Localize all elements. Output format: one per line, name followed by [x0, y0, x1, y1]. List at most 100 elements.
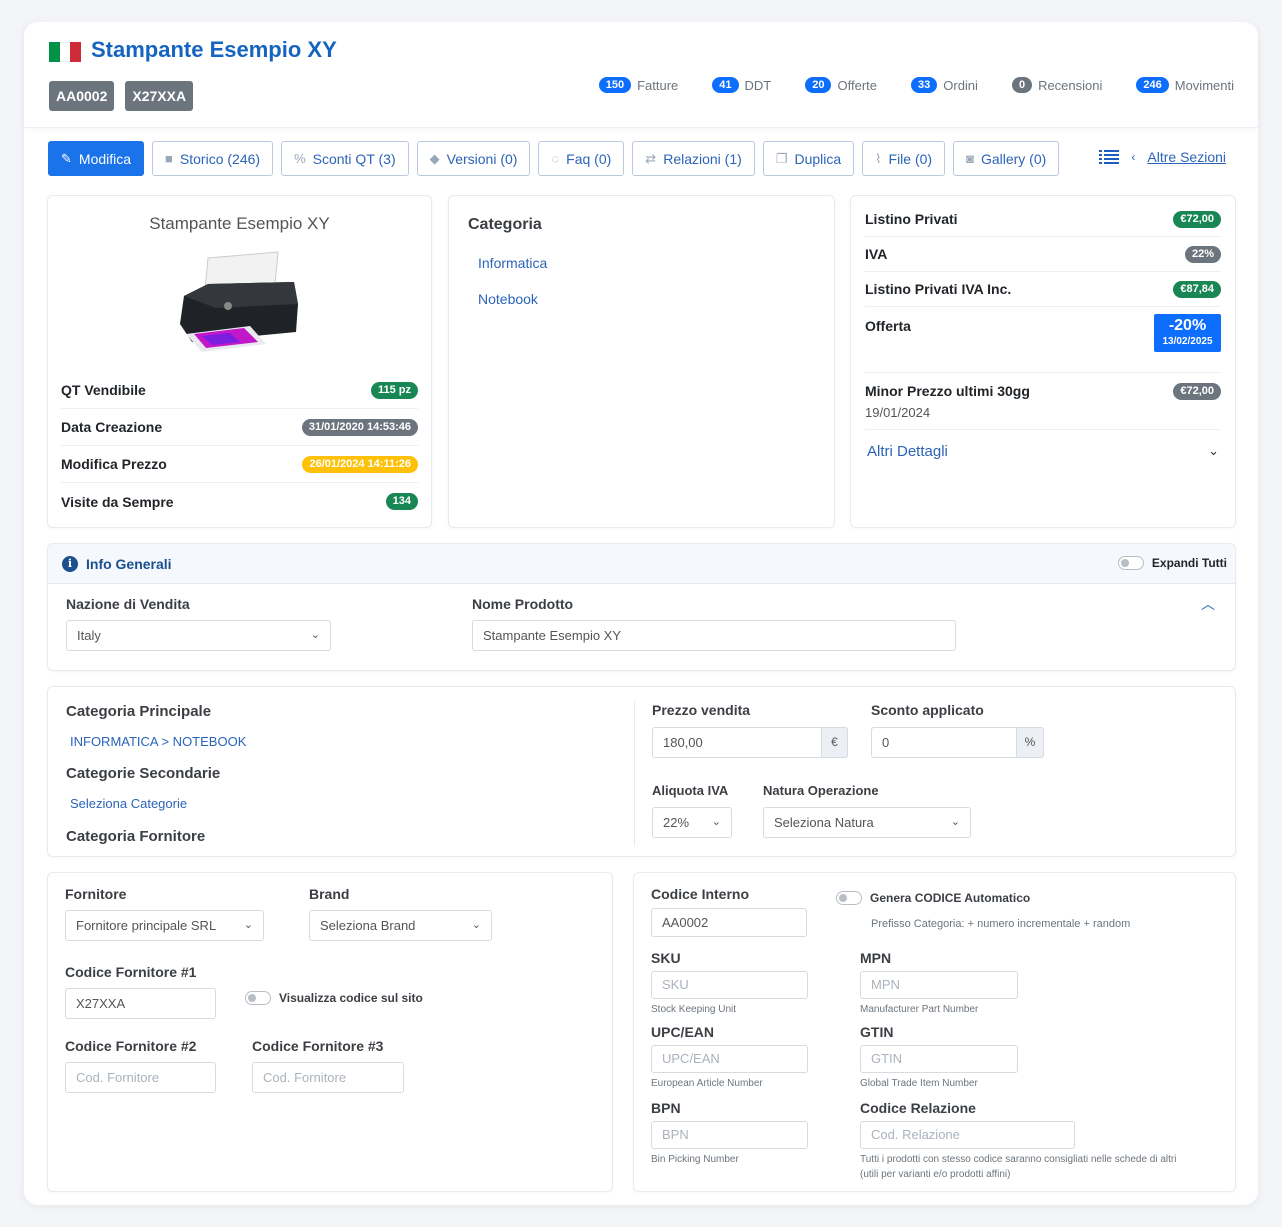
toggle-switch[interactable] — [836, 891, 862, 905]
code-tag: X27XXA — [125, 81, 194, 111]
page-header: Stampante Esempio XY AA0002 X27XXA 150 Fa… — [24, 22, 1258, 128]
altre-sezioni-link[interactable]: Altre Sezioni — [1147, 149, 1226, 165]
aliquota-select[interactable]: 22% ⌄ — [652, 807, 732, 838]
price-label: Minor Prezzo ultimi 30gg — [865, 383, 1030, 399]
field-hint: Bin Picking Number — [651, 1154, 739, 1165]
pencil-icon: ✎ — [61, 150, 72, 166]
genera-codice-toggle[interactable]: Genera CODICE Automatico — [836, 891, 1030, 905]
button-label: Modifica — [78, 150, 132, 167]
stat-label: Recensioni — [1038, 77, 1103, 93]
stat-fatture[interactable]: 150 Fatture — [598, 77, 679, 93]
summary-row: Visite da Sempre 134 — [61, 483, 418, 520]
toggle-label: Visualizza codice sul sito — [279, 991, 423, 1005]
categoria-title: Categoria — [468, 216, 542, 233]
bpn-input[interactable]: BPN — [651, 1121, 808, 1149]
gallery-button[interactable]: ◙ Gallery (0) — [953, 141, 1060, 176]
stat-offerte[interactable]: 20 Offerte — [805, 77, 877, 93]
field-label: Codice Fornitore #2 — [65, 1038, 197, 1054]
altre-sezioni[interactable]: ‹ Altre Sezioni — [1099, 149, 1226, 165]
row-label: Visite da Sempre — [61, 493, 174, 510]
field-label: MPN — [860, 950, 892, 966]
gtin-input[interactable]: GTIN — [860, 1045, 1018, 1073]
altri-dettagli-toggle[interactable]: Altri Dettagli ⌄ — [867, 443, 1219, 460]
list-icon[interactable] — [1099, 149, 1120, 165]
field-hint: Global Trade Item Number — [860, 1078, 978, 1089]
prezzo-vendita-input[interactable]: 180,00 — [652, 727, 822, 758]
codice-interno-input[interactable]: AA0002 — [651, 908, 807, 937]
stats-bar: 150 Fatture 41 DDT 20 Offerte 33 Ordini 0 Rec… — [598, 77, 1234, 93]
codice-fornitore-3-input[interactable]: Cod. Fornitore — [252, 1062, 404, 1093]
offer-date: 13/02/2025 — [1162, 336, 1213, 347]
sconto-input[interactable]: 0 — [871, 727, 1017, 758]
categoria-principale-link[interactable]: INFORMATICA > NOTEBOOK — [70, 734, 246, 749]
sconti-qt-button[interactable]: % Sconti QT (3) — [281, 141, 409, 176]
category-link[interactable]: Notebook — [478, 291, 538, 307]
toggle-switch[interactable] — [1117, 556, 1144, 570]
expand-all-toggle[interactable]: Expandi Tutti — [1117, 556, 1227, 570]
versioni-button[interactable]: ◆ Versioni (0) — [416, 141, 531, 176]
info-icon: i — [62, 556, 78, 572]
relazioni-button[interactable]: ⇄ Relazioni (1) — [632, 141, 755, 176]
codice-fornitore-1-input[interactable]: X27XXA — [65, 988, 216, 1019]
mpn-input[interactable]: MPN — [860, 971, 1018, 999]
brand-select[interactable]: Seleziona Brand ⌄ — [309, 910, 492, 941]
button-label: Relazioni (1) — [663, 150, 742, 167]
select-value: 22% — [663, 815, 690, 830]
category-link[interactable]: Informatica — [478, 255, 547, 271]
nazione-select[interactable]: Italy ⌄ — [66, 620, 331, 651]
chat-icon: ◌ — [551, 151, 560, 166]
categories-panel: Categoria Principale INFORMATICA > NOTEB… — [47, 686, 1236, 857]
price-badge: €72,00 — [1173, 210, 1221, 228]
file-button[interactable]: ⌇ File (0) — [862, 141, 946, 176]
price-badge: €87,84 — [1173, 280, 1221, 298]
codice-relazione-input[interactable]: Cod. Relazione — [860, 1121, 1075, 1149]
info-generali-card: i Info Generali Expandi Tutti Nazione di… — [47, 543, 1236, 671]
field-label: Codice Fornitore #3 — [252, 1038, 384, 1054]
row-label: Modifica Prezzo — [61, 456, 167, 472]
select-value: Fornitore principale SRL — [76, 918, 217, 933]
field-hint: Manufacturer Part Number — [860, 1004, 979, 1015]
camera-icon: ◙ — [966, 151, 974, 166]
stat-ddt[interactable]: 41 DDT — [712, 77, 771, 93]
product-name: Stampante Esempio XY — [149, 214, 330, 233]
stat-recensioni[interactable]: 0 Recensioni — [1011, 77, 1103, 93]
page-title: Stampante Esempio XY — [91, 37, 337, 62]
printer-image — [180, 251, 298, 352]
field-label: Natura Operazione — [763, 783, 879, 798]
genera-hint: Prefisso Categoria: + numero incremental… — [871, 918, 1131, 930]
natura-select[interactable]: Seleziona Natura ⌄ — [763, 807, 971, 838]
supplier-panel: Fornitore Fornitore principale SRL ⌄ Bran… — [47, 872, 613, 1192]
summary-row: Modifica Prezzo 26/01/2024 14:11:26 — [61, 446, 418, 483]
price-label: IVA — [865, 246, 888, 262]
stat-movimenti[interactable]: 246 Movimenti — [1136, 77, 1234, 93]
altri-dettagli-label: Altri Dettagli — [867, 443, 948, 460]
count-badge: 246 — [1136, 77, 1169, 93]
duplica-button[interactable]: ❐ Duplica — [762, 141, 855, 176]
sku-input[interactable]: SKU — [651, 971, 808, 999]
codice-fornitore-2-input[interactable]: Cod. Fornitore — [65, 1062, 216, 1093]
fornitore-select[interactable]: Fornitore principale SRL ⌄ — [65, 910, 264, 941]
visualizza-codice-toggle[interactable]: Visualizza codice sul sito — [245, 991, 423, 1005]
summary-row: Data Creazione 31/01/2020 14:53:46 — [61, 409, 418, 446]
code-tag: AA0002 — [49, 81, 115, 111]
upc-ean-input[interactable]: UPC/EAN — [651, 1045, 808, 1073]
faq-button[interactable]: ◌ Faq (0) — [538, 141, 625, 176]
product-page: Stampante Esempio XY AA0002 X27XXA 150 Fa… — [24, 22, 1258, 1205]
storico-button[interactable]: ■ Storico (246) — [152, 141, 274, 176]
seleziona-categorie-link[interactable]: Seleziona Categorie — [70, 796, 187, 811]
field-label: Codice Relazione — [860, 1100, 976, 1116]
minor-price-row: Minor Prezzo ultimi 30gg 19/01/2024 €72,… — [865, 373, 1221, 430]
toggle-switch[interactable] — [245, 991, 271, 1005]
field-label: GTIN — [860, 1024, 894, 1040]
info-generali-header[interactable]: i Info Generali Expandi Tutti — [48, 544, 1235, 584]
field-hint: Tutti i prodotti con stesso codice saran… — [860, 1154, 1177, 1165]
stat-label: Fatture — [637, 77, 679, 93]
stat-label: Movimenti — [1174, 77, 1234, 93]
stat-ordini[interactable]: 33 Ordini — [911, 77, 978, 93]
exchange-icon: ⇄ — [645, 150, 657, 166]
modifica-button[interactable]: ✎ Modifica — [48, 141, 145, 176]
chevron-up-icon[interactable]: ︿ — [1201, 594, 1215, 614]
nome-prodotto-input[interactable]: Stampante Esempio XY — [472, 620, 956, 651]
offer-badge: -20% 13/02/2025 — [1154, 314, 1221, 352]
price-label: Offerta — [865, 318, 911, 334]
